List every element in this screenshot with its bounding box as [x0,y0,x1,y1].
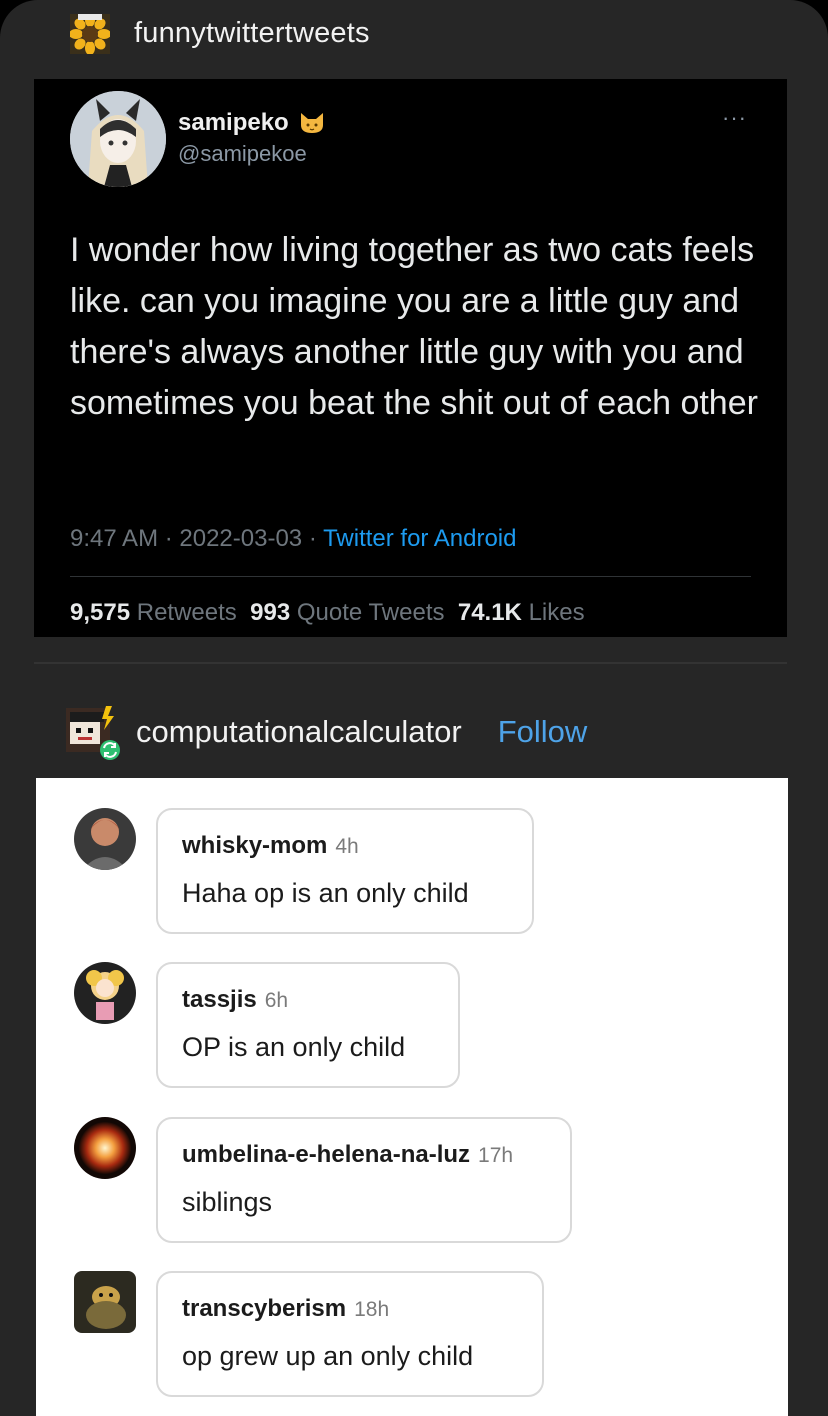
reblogger-avatar[interactable] [66,704,122,760]
note-time: 17h [478,1144,514,1167]
more-options-icon[interactable]: ··· [722,105,747,131]
blog-avatar[interactable] [66,10,114,56]
tweet-date: 2022-03-03 [179,525,303,552]
note-text: OP is an only child [182,1032,406,1062]
meta-separator: · [302,525,324,552]
note-avatar[interactable] [74,1271,136,1333]
tweet-handle[interactable]: @samipekoe [178,141,307,167]
note-bubble: whisky-mom 4h Haha op is an only child [156,808,534,934]
user-photo-icon [74,808,136,870]
tweet-source-link[interactable]: Twitter for Android [323,525,516,552]
tweet-time: 9:47 AM [70,525,159,552]
tweet-card: samipeko @samipekoe ··· I wonder how liv… [34,79,787,637]
note-username[interactable]: tassjis [182,986,257,1013]
note-text: Haha op is an only child [182,878,469,908]
note-bubble: tassjis 6h OP is an only child [156,962,460,1088]
sunflower-icon [70,14,110,54]
tweet-meta: 9:47 AM · 2022-03-03 · Twitter for Andro… [70,525,516,553]
likes-label[interactable]: Likes [529,599,585,626]
tweet-display-name[interactable]: samipeko [178,109,289,137]
anime-avatar-icon [70,91,166,187]
likes-count[interactable]: 74.1K [458,599,522,626]
note-avatar[interactable] [74,808,136,870]
post-separator [34,662,787,664]
post-header: funnytwittertweets [66,10,370,56]
quote-tweets-count[interactable]: 993 [250,599,290,626]
retweets-count[interactable]: 9,575 [70,599,130,626]
note-text: siblings [182,1187,273,1217]
note-avatar[interactable] [74,1117,136,1179]
cat-emoji-icon [300,113,323,133]
tweet-text: I wonder how living together as two cats… [70,231,758,422]
note-time: 4h [335,835,359,858]
pixel-avatar-icon [66,706,120,760]
tweet-stats: 9,575 Retweets 993 Quote Tweets 74.1K Li… [70,599,585,627]
note-username[interactable]: umbelina-e-helena-na-luz [182,1141,470,1168]
creature-icon [74,1271,136,1333]
quote-tweets-label[interactable]: Quote Tweets [297,599,445,626]
note-text: op grew up an only child [182,1341,474,1371]
note-username[interactable]: whisky-mom [182,832,327,859]
notes-panel: whisky-mom 4h Haha op is an only child ta… [36,778,788,1416]
retweets-label[interactable]: Retweets [137,599,237,626]
note-avatar[interactable] [74,962,136,1024]
tweet-avatar[interactable] [70,91,166,187]
cartoon-girl-icon [74,962,136,1024]
note-username[interactable]: transcyberism [182,1295,346,1322]
screenshot-frame: funnytwittertweets samipeko @samipekoe ·… [0,0,828,1416]
note-bubble: transcyberism 18h op grew up an only chil… [156,1271,544,1397]
reblog-header: computationalcalculator Follow [66,704,587,760]
tweet-divider [70,576,751,577]
follow-button[interactable]: Follow [498,714,588,750]
reblogger-name[interactable]: computationalcalculator [136,714,462,750]
blog-name[interactable]: funnytwittertweets [134,17,370,50]
explosion-icon [74,1117,136,1179]
meta-separator: · [158,525,180,552]
note-time: 6h [264,989,289,1012]
note-bubble: umbelina-e-helena-na-luz 17h siblings [156,1117,572,1243]
note-time: 18h [354,1298,390,1321]
tweet-author-row: samipeko [178,109,325,137]
